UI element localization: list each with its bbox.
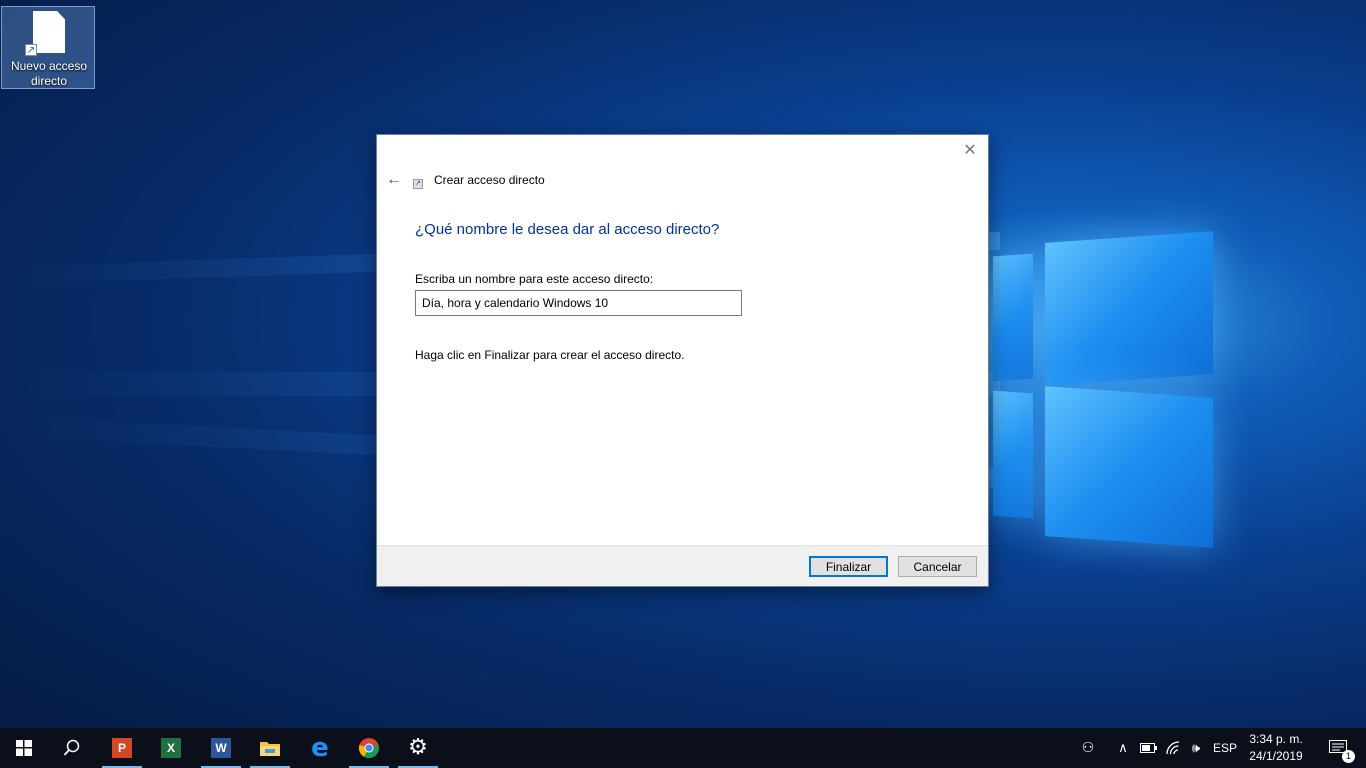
dialog-title: Crear acceso directo [434,173,545,187]
back-arrow-icon[interactable]: ← [384,170,404,190]
shortcut-arrow-icon: ↗ [25,44,37,56]
battery-icon [1140,743,1157,753]
taskbar: P X W e ⚙ ⚇ ∧ 🕪 ESP 3:34 p. m. 24/1/2019… [0,728,1366,768]
desktop-shortcut-new[interactable]: ↗ Nuevo acceso directo [1,6,95,89]
taskbar-powerpoint[interactable]: P [98,728,146,768]
taskbar-excel[interactable]: X [147,728,195,768]
word-icon: W [211,738,231,758]
start-button[interactable] [0,728,48,768]
clock[interactable]: 3:34 p. m. 24/1/2019 [1236,731,1316,765]
action-center-button[interactable]: 1 [1318,728,1358,768]
people-icon: ⚇ [1081,740,1095,756]
folder-icon [260,742,280,756]
taskbar-edge[interactable]: e [296,728,344,768]
desktop-icon-label: Nuevo acceso directo [10,59,88,88]
clock-time: 3:34 p. m. [1249,732,1303,746]
finish-button[interactable]: Finalizar [809,556,888,577]
finish-hint: Haga clic en Finalizar para crear el acc… [415,348,685,362]
taskbar-word[interactable]: W [197,728,245,768]
language-label: ESP [1212,741,1237,755]
shortcut-file-icon [33,11,65,53]
edge-icon: e [311,733,329,763]
battery-button[interactable] [1138,728,1160,768]
chrome-icon [358,738,379,759]
windows-logo-icon [16,740,32,756]
excel-icon: X [161,738,181,758]
close-icon[interactable]: ✕ [958,141,982,161]
search-icon [63,739,80,756]
dialog-heading: ¿Qué nombre le desea dar al acceso direc… [415,221,720,238]
taskbar-file-explorer[interactable] [246,728,294,768]
shortcut-title-icon: ↗ [413,179,423,189]
chevron-up-icon: ∧ [1118,740,1128,756]
wifi-icon [1166,741,1180,755]
dialog-footer: Finalizar Cancelar [377,545,988,586]
show-hidden-icons-button[interactable]: ∧ [1114,728,1132,768]
shortcut-name-input[interactable] [415,290,742,316]
create-shortcut-dialog: ✕ ← ↗ Crear acceso directo ¿Qué nombre l… [376,134,989,587]
clock-date: 24/1/2019 [1249,749,1303,763]
taskbar-settings[interactable]: ⚙ [394,728,442,768]
powerpoint-icon: P [112,738,132,758]
notification-count-badge: 1 [1342,750,1355,763]
gear-icon: ⚙ [408,735,428,760]
windows-logo-wallpaper [985,225,1225,555]
search-button[interactable] [48,728,96,768]
shortcut-name-label: Escriba un nombre para este acceso direc… [415,272,654,286]
cancel-button[interactable]: Cancelar [898,556,977,577]
people-button[interactable]: ⚇ [1074,728,1102,768]
volume-icon: 🕪 [1191,740,1201,756]
network-button[interactable] [1163,728,1183,768]
volume-button[interactable]: 🕪 [1185,728,1207,768]
taskbar-chrome[interactable] [345,728,393,768]
